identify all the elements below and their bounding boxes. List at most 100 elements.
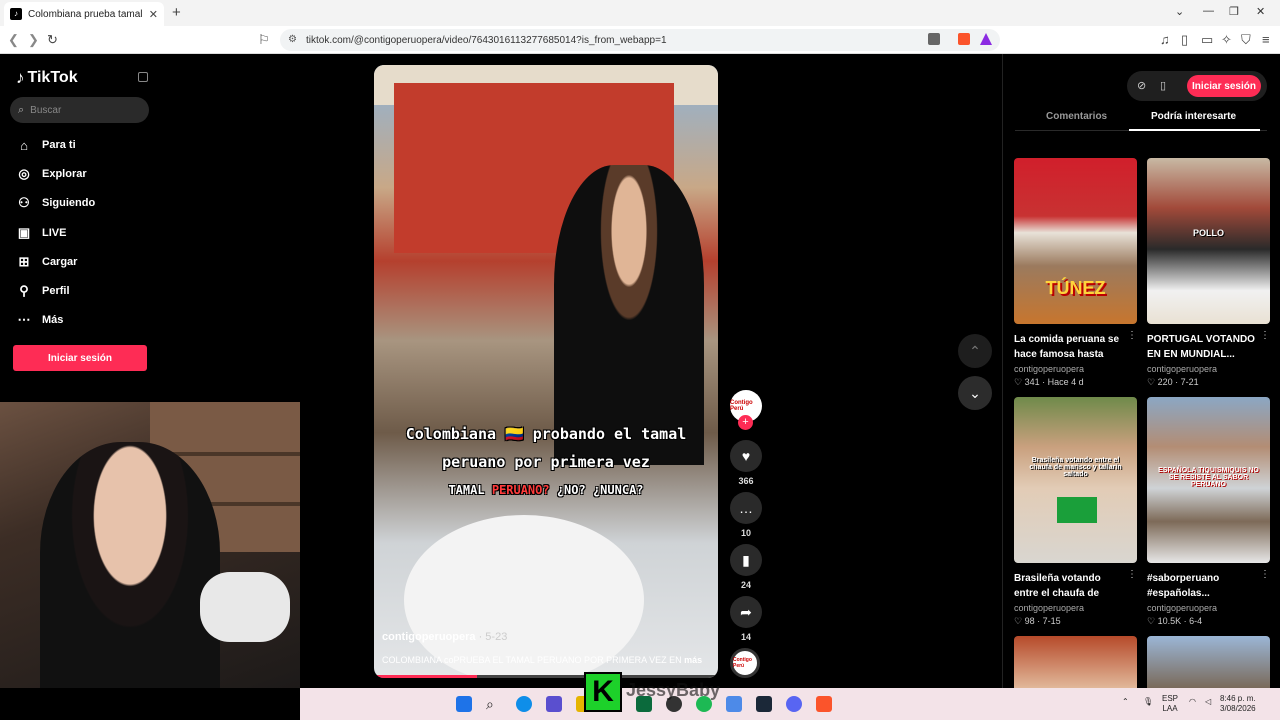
streamer-figure: [40, 442, 220, 688]
nav-explorar[interactable]: ◎ Explorar: [16, 164, 87, 184]
next-video-button[interactable]: ⌄: [958, 376, 992, 410]
maximize-icon[interactable]: ❐: [1229, 5, 1239, 18]
recommended-video-card[interactable]: TÚNEZ La comida peruana se hace famosa h…: [1014, 158, 1137, 388]
video-thumbnail[interactable]: ESPAÑOLA TIQUISMIQUIS NO SE RESISTE AL S…: [1147, 397, 1270, 563]
tab-comments[interactable]: Comentarios: [1046, 111, 1107, 131]
card-more-icon[interactable]: ⋮: [1127, 330, 1137, 341]
card-author[interactable]: contigoperuopera: [1014, 364, 1137, 374]
card-title[interactable]: Brasileña votando entre el chaufa de mar…: [1014, 571, 1126, 601]
menu-icon[interactable]: ≡: [1262, 32, 1270, 47]
card-author[interactable]: contigoperuopera: [1147, 603, 1270, 613]
video-thumbnail[interactable]: TÚNEZ: [1014, 158, 1137, 324]
new-tab-icon[interactable]: +: [172, 4, 181, 21]
nav-para-ti[interactable]: ⌂ Para ti: [16, 135, 76, 155]
previous-video-button[interactable]: ⌃: [958, 334, 992, 368]
recommended-video-card[interactable]: POLLO PORTUGAL VOTANDO EN EN MUNDIAL... …: [1147, 158, 1270, 388]
login-button-top[interactable]: Iniciar sesión: [1187, 75, 1261, 97]
card-more-icon[interactable]: ⋮: [1260, 569, 1270, 580]
nav-label: Siguiendo: [42, 197, 96, 209]
edge-icon[interactable]: [516, 696, 532, 712]
video-caption-line2: peruano por primera vez: [442, 453, 650, 471]
sidebar-toggle-icon[interactable]: ▯: [1181, 32, 1188, 48]
vpn-icon[interactable]: ⛉: [1241, 32, 1251, 48]
browser-tab[interactable]: ♪ Colombiana prueba tamal perua ✕: [4, 2, 164, 26]
like-button[interactable]: ♥: [730, 440, 762, 472]
more-link[interactable]: más: [684, 655, 702, 665]
coins-icon[interactable]: ⊘: [1137, 79, 1146, 92]
collapse-sidebar-icon[interactable]: [138, 72, 148, 82]
tab-list-icon[interactable]: ⌄: [1175, 5, 1184, 18]
more-icon: ⋯: [17, 312, 31, 327]
card-title[interactable]: La comida peruana se hace famosa hasta e…: [1014, 332, 1126, 362]
top-actions: ⊘ ▯ Iniciar sesión: [1127, 71, 1267, 101]
discord-icon[interactable]: [786, 696, 802, 712]
app2-icon[interactable]: [726, 696, 742, 712]
card-title[interactable]: #saborperuano #españolas...: [1147, 571, 1259, 601]
nav-cargar[interactable]: ⊞ Cargar: [16, 252, 78, 272]
recommended-video-card[interactable]: ESPAÑOLA TIQUISMIQUIS NO SE RESISTE AL S…: [1147, 397, 1270, 627]
nav-perfil[interactable]: ⚲ Perfil: [16, 281, 69, 301]
nav-mas[interactable]: ⋯ Más: [16, 310, 64, 330]
recommended-video-thumbnail-partial[interactable]: [1014, 636, 1137, 688]
back-icon[interactable]: ❮: [8, 32, 19, 48]
tray-chevron-icon[interactable]: ⌃: [1122, 697, 1129, 707]
wifi-icon[interactable]: ◠: [1189, 697, 1196, 707]
recommended-video-thumbnail-partial[interactable]: [1147, 636, 1270, 688]
brave-shields-icon[interactable]: [958, 33, 970, 45]
tab-interest[interactable]: Podría interesarte: [1151, 111, 1236, 131]
comment-button[interactable]: …: [730, 492, 762, 524]
music-icon[interactable]: ♫: [1160, 32, 1170, 47]
reload-icon[interactable]: ↻: [47, 32, 58, 48]
card-author[interactable]: contigoperuopera: [1014, 603, 1137, 613]
card-author[interactable]: contigoperuopera: [1147, 364, 1270, 374]
card-more-icon[interactable]: ⋮: [1127, 569, 1137, 580]
minimize-icon[interactable]: —: [1203, 5, 1214, 17]
url-text: tiktok.com/@contigoperuopera/video/76430…: [306, 34, 667, 46]
language-indicator[interactable]: ESP LAA: [1162, 694, 1178, 714]
clock[interactable]: 8:46 p. m. 3/08/2026: [1220, 694, 1256, 714]
video-thumbnail[interactable]: Brasileña votando entre el chaufa de mar…: [1014, 397, 1137, 563]
mic-tray-icon[interactable]: 🎙: [1143, 697, 1153, 707]
nav-siguiendo[interactable]: ⚇ Siguiendo: [16, 193, 95, 213]
brave-icon[interactable]: [816, 696, 832, 712]
translate-icon[interactable]: [928, 33, 940, 45]
search-taskbar-icon[interactable]: ⌕: [486, 696, 502, 712]
nav-live[interactable]: ▣ LIVE: [16, 223, 67, 243]
compass-icon: ◎: [18, 166, 30, 181]
forward-icon[interactable]: ❯: [28, 32, 39, 48]
video-thumbnail[interactable]: POLLO: [1147, 158, 1270, 324]
store-icon[interactable]: [546, 696, 562, 712]
video-progress-fill: [374, 675, 478, 678]
wallet-icon[interactable]: ▭: [1201, 32, 1213, 48]
tiktok-logo[interactable]: ♪ TikTok: [16, 68, 78, 88]
close-window-icon[interactable]: ✕: [1256, 5, 1265, 18]
search-input[interactable]: [30, 104, 131, 116]
steam-icon[interactable]: [756, 696, 772, 712]
video-date: · 5-23: [475, 631, 508, 643]
url-field[interactable]: ⚙ tiktok.com/@contigoperuopera/video/764…: [280, 29, 1000, 51]
start-icon[interactable]: [456, 696, 472, 712]
leo-icon[interactable]: ✧: [1221, 32, 1232, 48]
volume-icon[interactable]: ◁: [1205, 697, 1211, 707]
recommended-video-card[interactable]: Brasileña votando entre el chaufa de mar…: [1014, 397, 1137, 627]
video-player[interactable]: Colombiana 🇨🇴 probando el tamal peruano …: [374, 65, 718, 678]
author-name[interactable]: contigoperuopera: [382, 631, 476, 643]
save-button[interactable]: ▮: [730, 544, 762, 576]
device-icon[interactable]: ▯: [1160, 79, 1166, 92]
site-info-icon[interactable]: ⚙: [288, 34, 297, 45]
video-progress-bar[interactable]: [374, 675, 718, 678]
video-author[interactable]: contigoperuopera · 5-23: [382, 631, 507, 643]
bookmark-icon[interactable]: ⚐: [258, 32, 270, 48]
nav-label: Explorar: [42, 168, 87, 180]
card-more-icon[interactable]: ⋮: [1260, 330, 1270, 341]
close-tab-icon[interactable]: ✕: [149, 8, 158, 21]
follow-plus-icon[interactable]: +: [738, 415, 753, 430]
tab-title: Colombiana prueba tamal perua: [28, 8, 145, 20]
login-button[interactable]: Iniciar sesión: [13, 345, 147, 371]
right-panel: ⊘ ▯ Iniciar sesión Comentarios Podría in…: [1002, 54, 1280, 688]
card-stats: ♡ 98 · 7-15: [1014, 616, 1061, 626]
music-disc[interactable]: Contigo Perú: [730, 648, 760, 678]
card-title[interactable]: PORTUGAL VOTANDO EN EN MUNDIAL...: [1147, 332, 1259, 362]
search-box[interactable]: ⌕: [10, 97, 149, 123]
share-button[interactable]: ➦: [730, 596, 762, 628]
